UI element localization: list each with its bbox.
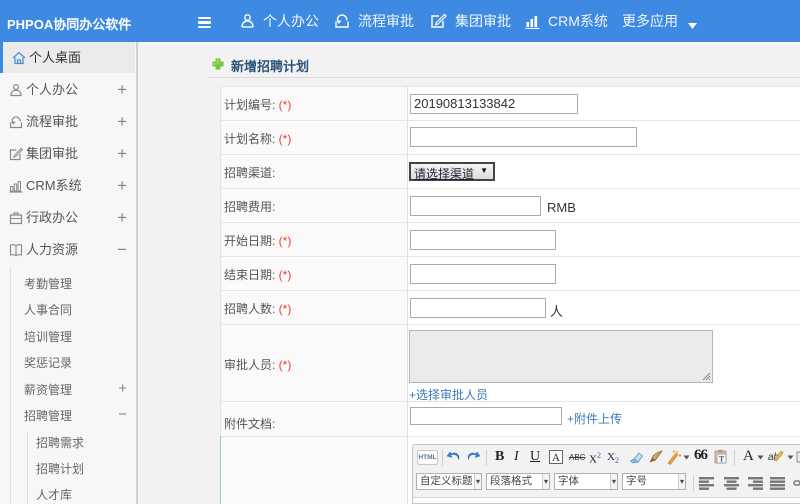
- svg-text:T: T: [719, 455, 725, 464]
